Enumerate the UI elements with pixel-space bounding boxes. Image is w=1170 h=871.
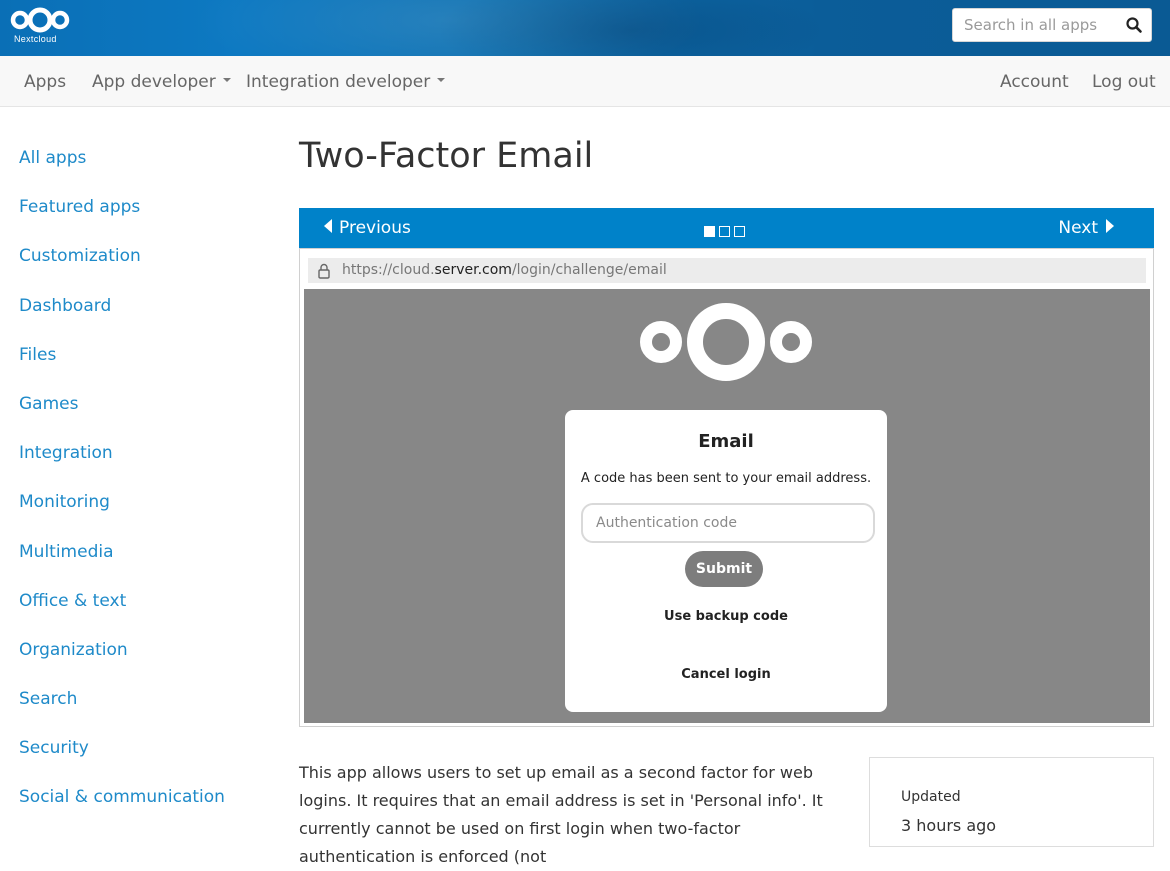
two-factor-login-card: Email A code has been sent to your email… <box>565 410 887 712</box>
page-title: Two-Factor Email <box>299 136 594 176</box>
card-title: Email <box>698 431 754 452</box>
sidebar-item-office-text[interactable]: Office & text <box>19 591 259 640</box>
carousel-dot-1[interactable] <box>704 226 715 237</box>
carousel-dot-3[interactable] <box>734 226 745 237</box>
caret-down-icon <box>222 78 231 82</box>
authentication-code-input[interactable] <box>581 503 875 543</box>
triangle-right-icon <box>1106 219 1114 233</box>
carousel-indicators <box>704 222 749 237</box>
triangle-left-icon <box>324 219 332 233</box>
url-host: server.com <box>434 262 512 278</box>
sidebar-item-dashboard[interactable]: Dashboard <box>19 296 259 345</box>
use-backup-code-link[interactable]: Use backup code <box>565 609 887 624</box>
nav-account[interactable]: Account <box>1000 72 1069 92</box>
app-description: This app allows users to set up email as… <box>299 763 823 866</box>
search-icon[interactable] <box>1125 16 1143 34</box>
nextcloud-logo-icon <box>640 303 812 381</box>
updated-value: 3 hours ago <box>901 816 997 835</box>
nav-integration-developer-label: Integration developer <box>246 72 431 92</box>
search-input[interactable] <box>953 9 1123 41</box>
sidebar-item-search[interactable]: Search <box>19 689 259 738</box>
logo-text: Nextcloud <box>14 34 57 44</box>
search-box <box>952 8 1152 42</box>
app-screenshot: https://cloud.server.com/login/challenge… <box>299 248 1154 727</box>
updated-label: Updated <box>901 789 961 805</box>
sidebar-item-security[interactable]: Security <box>19 738 259 787</box>
app-info-box: Updated 3 hours ago <box>869 757 1154 847</box>
carousel-dot-2[interactable] <box>719 226 730 237</box>
sidebar-item-organization[interactable]: Organization <box>19 640 259 689</box>
submit-button[interactable]: Submit <box>685 551 763 587</box>
screenshot-carousel-bar: Previous Next <box>299 208 1154 248</box>
nav-app-developer[interactable]: App developer <box>92 72 231 92</box>
sidebar-item-featured-apps[interactable]: Featured apps <box>19 197 259 246</box>
nav-logout[interactable]: Log out <box>1092 72 1156 92</box>
carousel-previous-button[interactable]: Previous <box>324 218 411 238</box>
nav-apps[interactable]: Apps <box>24 72 66 92</box>
url-text: https://cloud.server.com/login/challenge… <box>342 262 667 278</box>
nav-integration-developer[interactable]: Integration developer <box>246 72 446 92</box>
cancel-login-link[interactable]: Cancel login <box>565 667 887 682</box>
sidebar-item-files[interactable]: Files <box>19 345 259 394</box>
sidebar-item-integration[interactable]: Integration <box>19 443 259 492</box>
caret-down-icon <box>437 78 446 82</box>
nav-app-developer-label: App developer <box>92 72 216 92</box>
url-path: /login/challenge/email <box>511 262 667 278</box>
carousel-next-label: Next <box>1058 218 1098 238</box>
carousel-next-button[interactable]: Next <box>1058 218 1114 238</box>
main-nav: Apps App developer Integration developer… <box>0 56 1170 107</box>
sidebar-item-multimedia[interactable]: Multimedia <box>19 542 259 591</box>
category-sidebar: All apps Featured apps Customization Das… <box>19 148 259 837</box>
url-box: https://cloud.server.com/login/challenge… <box>308 258 1146 283</box>
sidebar-item-games[interactable]: Games <box>19 394 259 443</box>
carousel-previous-label: Previous <box>339 218 411 238</box>
sidebar-item-monitoring[interactable]: Monitoring <box>19 492 259 541</box>
sidebar-item-social-communication[interactable]: Social & communication <box>19 787 259 836</box>
browser-address-bar: https://cloud.server.com/login/challenge… <box>304 253 1150 289</box>
url-prefix: https://cloud. <box>342 262 435 278</box>
lock-icon <box>318 263 330 279</box>
header-background-swirl <box>420 0 840 56</box>
top-header: Nextcloud <box>0 0 1170 56</box>
sidebar-item-customization[interactable]: Customization <box>19 246 259 295</box>
card-description: A code has been sent to your email addre… <box>580 471 872 486</box>
sidebar-item-all-apps[interactable]: All apps <box>19 148 259 197</box>
screenshot-content: Email A code has been sent to your email… <box>304 289 1150 723</box>
